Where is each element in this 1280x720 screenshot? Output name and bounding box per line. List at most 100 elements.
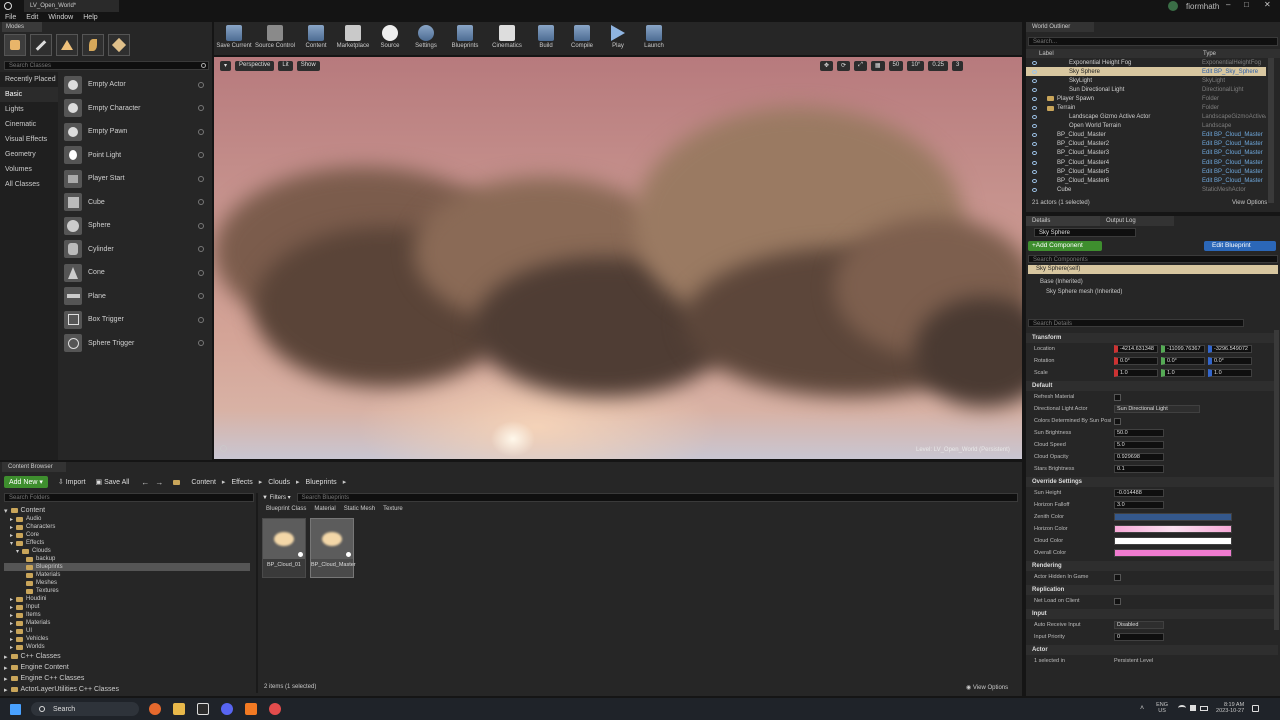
level-tab[interactable]: LV_Open_World*	[24, 0, 119, 12]
category-cinematic[interactable]: Cinematic	[0, 117, 58, 132]
perspective-button[interactable]: Perspective	[235, 61, 275, 71]
help-icon[interactable]	[198, 269, 204, 276]
details-scrollbar[interactable]	[1274, 330, 1279, 630]
rotate-tool-button[interactable]: ⟳	[837, 61, 851, 71]
edit-blueprint-button[interactable]: Edit Blueprint	[1204, 241, 1276, 251]
category-basic[interactable]: Basic	[0, 87, 58, 102]
eye-icon[interactable]	[1032, 178, 1037, 183]
outliner-row[interactable]: SkyLight SkyLight	[1026, 76, 1266, 85]
help-icon[interactable]	[198, 316, 204, 323]
location-z-field[interactable]: -3296.549072	[1208, 345, 1252, 353]
forward-arrow-icon[interactable]: →	[155, 478, 163, 487]
row-type-link[interactable]: Edit BP_Sky_Sphere	[1202, 69, 1258, 75]
row-type-link[interactable]: Edit BP_Cloud_Master	[1202, 160, 1263, 166]
row-type-link[interactable]: Edit BP_Cloud_Master	[1202, 132, 1263, 138]
filter-material[interactable]: Material	[314, 506, 335, 512]
eye-icon[interactable]	[1032, 124, 1037, 129]
location-x-field[interactable]: -4214.631348	[1114, 345, 1158, 353]
lit-button[interactable]: Lit	[278, 61, 293, 71]
menu-window[interactable]: Window	[48, 14, 73, 21]
eye-icon[interactable]	[1032, 169, 1037, 174]
hidden-in-game-checkbox[interactable]	[1114, 573, 1121, 581]
search-classes-input[interactable]: Search Classes	[4, 61, 209, 70]
cloud-speed-field[interactable]: 5.0	[1114, 441, 1164, 449]
breadcrumb-effects[interactable]: Effects	[231, 479, 252, 486]
close-button[interactable]: ✕	[1264, 0, 1271, 9]
expand-icon[interactable]: ▸	[10, 604, 13, 611]
place-item-cylinder[interactable]: Cylinder	[60, 238, 210, 262]
level-viewport[interactable]: ▾ Perspective Lit Show ✥ ⟳ ⤢ ▦ 50 10° 0.…	[214, 57, 1022, 459]
filter-blueprint-class[interactable]: Blueprint Class	[266, 506, 306, 512]
folder-ui[interactable]: ▸ UI	[4, 627, 250, 635]
breadcrumb-clouds[interactable]: Clouds	[268, 479, 290, 486]
outliner-search-input[interactable]: Search...	[1028, 37, 1278, 46]
expand-icon[interactable]: ▸	[10, 516, 13, 523]
help-icon[interactable]	[198, 128, 204, 135]
category-visual-effects[interactable]: Visual Effects	[0, 132, 58, 147]
place-item-empty-pawn[interactable]: Empty Pawn	[60, 120, 210, 144]
expand-icon[interactable]: ▾	[10, 540, 13, 547]
location-y-field[interactable]: -11099.76367	[1161, 345, 1205, 353]
folder-effects[interactable]: ▾ Effects	[4, 539, 250, 547]
outliner-scrollbar[interactable]	[1268, 58, 1274, 203]
root-engine-cpp-classes[interactable]: ▸ Engine C++ Classes	[4, 673, 250, 684]
help-icon[interactable]	[198, 340, 204, 347]
breadcrumb-content[interactable]: Content	[191, 479, 216, 486]
launch-button[interactable]: Launch	[636, 22, 672, 55]
auto-receive-dropdown[interactable]: Disabled	[1114, 621, 1164, 629]
filter-static-mesh[interactable]: Static Mesh	[344, 506, 375, 512]
row-type-link[interactable]: Edit BP_Cloud_Master	[1202, 169, 1263, 175]
source-control-button[interactable]: Source Control	[252, 22, 298, 55]
search-details-input[interactable]: Search Details	[1028, 319, 1244, 327]
folder-meshes[interactable]: Meshes	[4, 579, 250, 587]
outliner-row[interactable]: BP_Cloud_Master3 Edit BP_Cloud_Master	[1026, 149, 1266, 158]
help-icon[interactable]	[198, 81, 204, 88]
expand-icon[interactable]: ▾	[16, 548, 19, 555]
battery-icon[interactable]	[1200, 705, 1209, 711]
scale-tool-button[interactable]: ⤢	[854, 61, 867, 71]
add-new-button[interactable]: Add New ▾	[4, 476, 48, 488]
folder-items[interactable]: ▸ Items	[4, 611, 250, 619]
eye-icon[interactable]	[1032, 78, 1037, 83]
help-icon[interactable]	[198, 222, 204, 229]
category-all-classes[interactable]: All Classes	[0, 177, 58, 192]
outliner-row-selected[interactable]: Sky Sphere Edit BP_Sky_Sphere	[1026, 67, 1266, 77]
folder-clouds[interactable]: ▾ Clouds	[4, 547, 250, 555]
eye-icon[interactable]	[1032, 106, 1037, 111]
save-current-button[interactable]: Save Current	[216, 22, 252, 55]
breadcrumb-blueprints[interactable]: Blueprints	[306, 479, 337, 486]
translate-tool-button[interactable]: ✥	[820, 61, 834, 71]
help-icon[interactable]	[198, 175, 204, 182]
sun-brightness-field[interactable]: 50.0	[1114, 429, 1164, 437]
folder-characters[interactable]: ▸ Characters	[4, 523, 250, 531]
eye-icon[interactable]	[1032, 142, 1037, 147]
cloud-opacity-field[interactable]: 0.929698	[1114, 453, 1164, 461]
place-item-empty-actor[interactable]: Empty Actor	[60, 73, 210, 97]
filters-button[interactable]: ▼ Filters ▾	[262, 494, 291, 501]
settings-button[interactable]: Settings	[408, 22, 444, 55]
cb-view-options[interactable]: ◉ View Options	[966, 684, 1008, 691]
category-lights[interactable]: Lights	[0, 102, 58, 117]
expand-icon[interactable]: ▸	[10, 628, 13, 635]
component-mesh[interactable]: Sky Sphere mesh (Inherited)	[1046, 289, 1122, 295]
actor-name-field[interactable]: Sky Sphere	[1034, 228, 1136, 237]
file-explorer-icon[interactable]	[173, 703, 185, 715]
add-component-button[interactable]: +Add Component	[1028, 241, 1102, 251]
folder-vehicles[interactable]: ▸ Vehicles	[4, 635, 250, 643]
clock[interactable]: 8:19 AM 2023-10-27	[1216, 702, 1244, 714]
filter-texture[interactable]: Texture	[383, 506, 403, 512]
folder-content[interactable]: ▾ Content	[4, 506, 250, 515]
eye-icon[interactable]	[1032, 115, 1037, 120]
category-recently-placed[interactable]: Recently Placed	[0, 72, 58, 87]
expand-icon[interactable]: ▸	[10, 532, 13, 539]
scale-snap-value[interactable]: 0.25	[928, 61, 948, 71]
place-item-box-trigger[interactable]: Box Trigger	[60, 308, 210, 332]
section-replication[interactable]: Replication	[1026, 585, 1278, 595]
details-tab[interactable]: Details	[1026, 216, 1100, 226]
rotation-y-field[interactable]: 0.0°	[1161, 357, 1205, 365]
overall-color-swatch[interactable]	[1114, 549, 1232, 557]
directional-light-dropdown[interactable]: Sun Directional Light	[1114, 405, 1200, 413]
unreal-engine-icon[interactable]	[197, 703, 209, 715]
rotation-z-field[interactable]: 0.0°	[1208, 357, 1252, 365]
eye-icon[interactable]	[1032, 133, 1037, 138]
